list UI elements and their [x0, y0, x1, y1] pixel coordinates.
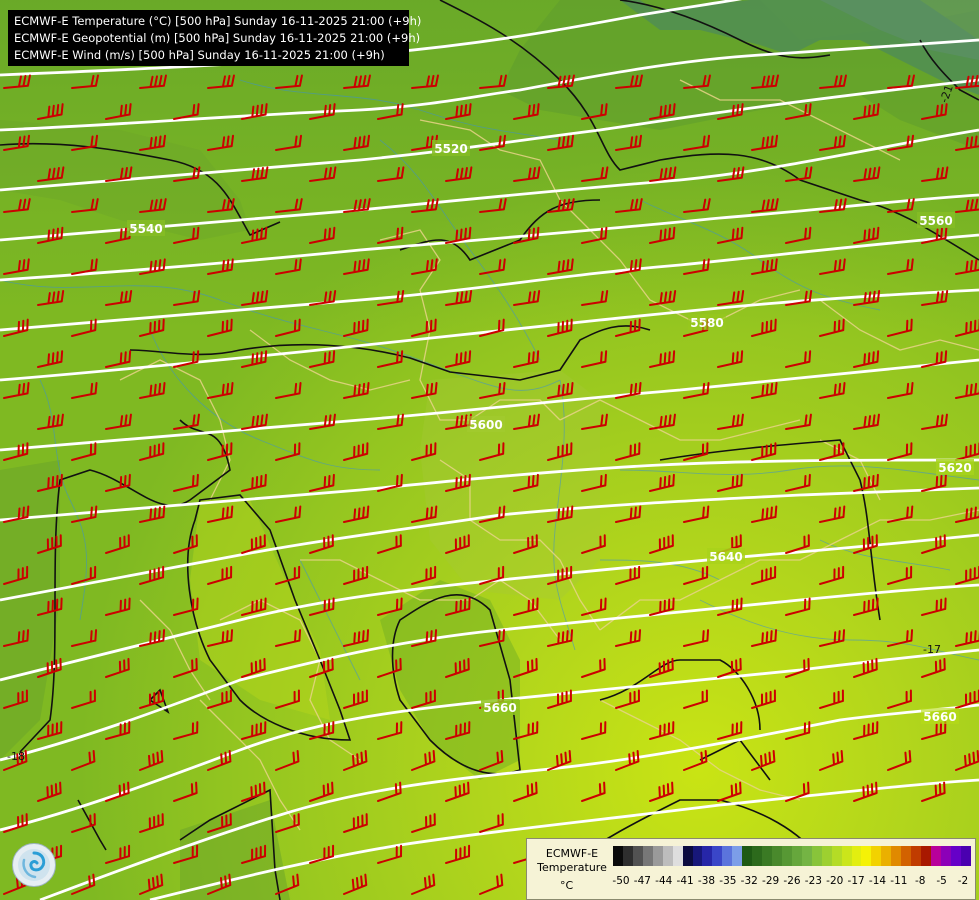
legend-color-swatch [652, 846, 663, 866]
legend-color-swatch [732, 846, 743, 866]
legend-color-swatch [722, 846, 733, 866]
legend-color-swatch [742, 846, 753, 866]
legend-variable: Temperature [537, 861, 607, 874]
isohypse-label: 5640 [709, 550, 742, 564]
legend-unit: °C [560, 879, 574, 892]
legend-color-swatch [940, 846, 951, 866]
legend-color-swatch [632, 846, 643, 866]
legend-tick-label: -2 [957, 875, 969, 887]
legend-tick-label: -14 [868, 875, 887, 887]
legend-tick-label: -41 [676, 875, 694, 887]
legend-tick-label: -29 [762, 875, 780, 887]
legend-color-swatch [841, 846, 852, 866]
isohypse-label: 5560 [919, 214, 952, 228]
weather-map: 5520 5540 5560 5580 5600 5620 5640 5660 … [0, 0, 979, 900]
label-5540: 5540 [127, 220, 165, 236]
legend-color-bar [613, 846, 971, 866]
ecmwf-swirl-logo-icon [12, 843, 56, 887]
legend-tick-label: -5 [936, 875, 947, 887]
isohypse-label: 5660 [483, 701, 516, 715]
title-line-temperature: ECMWF-E Temperature (°C) [500 hPa] Sunda… [14, 14, 422, 28]
legend-tick-label: -47 [633, 875, 651, 887]
legend-color-swatch [781, 846, 792, 866]
isohypse-label: 5660 [923, 710, 956, 724]
legend-color-swatch [702, 846, 713, 866]
legend-tick-label: -44 [655, 875, 673, 887]
legend-color-swatch [712, 846, 723, 866]
legend-color-swatch [851, 846, 862, 866]
legend-color-swatch [901, 846, 912, 866]
legend-tick-label: -32 [740, 875, 758, 887]
legend-tick-label: -8 [915, 875, 926, 887]
legend-color-swatch [692, 846, 703, 866]
legend-color-swatch [881, 846, 892, 866]
isotherm-label: -18 [7, 750, 25, 763]
legend-color-swatch [821, 846, 832, 866]
isotherm-label: -17 [923, 643, 941, 656]
label-5640: 5640 [707, 548, 745, 564]
legend-color-swatch [682, 846, 693, 866]
legend-tick-label: -17 [847, 875, 865, 887]
legend-title: ECMWF-E Temperature [535, 847, 609, 875]
legend-color-swatch [861, 846, 872, 866]
legend-color-swatch [831, 846, 842, 866]
legend-tick-label: -11 [890, 875, 908, 887]
legend-color-swatch [762, 846, 772, 866]
legend-color-swatch [672, 846, 683, 866]
isohypse-label: 5620 [938, 461, 971, 475]
isohypse-label: 5520 [434, 142, 467, 156]
legend-tick-labels: -50 -47 -44 -41 -38 -35 -32 -29 -26 -23 -20 -17 -14-… [612, 875, 971, 889]
legend-color-swatch [772, 846, 782, 866]
legend-color-swatch [622, 846, 633, 866]
legend-color-swatch [931, 846, 941, 866]
legend-tick-label: -38 [697, 875, 716, 887]
legend-tick-label: -50 [612, 875, 630, 887]
legend-tick-label: -20 [826, 875, 844, 887]
label-5600: 5600 [467, 416, 505, 432]
legend-color-swatch [871, 846, 882, 866]
legend-color-swatch [613, 846, 623, 866]
title-line-geopotential: ECMWF-E Geopotential (m) [500 hPa] Sunda… [14, 31, 421, 45]
legend-color-swatch [911, 846, 922, 866]
map-canvas: 5520 5540 5560 5580 5600 5620 5640 5660 … [0, 0, 979, 900]
temperature-legend: ECMWF-E Temperature °C -50 -47 -44 -41 -38 -3… [526, 838, 976, 900]
legend-tick-label: -23 [804, 875, 822, 887]
label-5520: 5520 [432, 140, 470, 156]
legend-color-swatch [950, 846, 961, 866]
isohypse-label: 5540 [129, 222, 162, 236]
legend-color-swatch [801, 846, 812, 866]
title-line-wind: ECMWF-E Wind (m/s) [500 hPa] Sunday 16-1… [14, 48, 385, 62]
isohypse-label: 5600 [469, 418, 502, 432]
label-5580: 5580 [688, 314, 726, 330]
map-title-box: ECMWF-E Temperature (°C) [500 hPa] Sunda… [8, 10, 422, 66]
legend-color-swatch [891, 846, 902, 866]
legend-color-swatch [752, 846, 763, 866]
legend-color-swatch [960, 846, 971, 866]
label-5660-a: 5660 [481, 699, 519, 715]
label-5620: 5620 [936, 459, 974, 475]
legend-color-swatch [642, 846, 653, 866]
legend-color-swatch [791, 846, 802, 866]
legend-color-swatch [811, 846, 822, 866]
isohypse-label: 5580 [690, 316, 723, 330]
legend-tick-label: -26 [783, 875, 801, 887]
legend-tick-label: -35 [719, 875, 737, 887]
label-5660-b: 5660 [921, 708, 959, 724]
label-5560: 5560 [917, 212, 955, 228]
legend-color-swatch [662, 846, 673, 866]
legend-model: ECMWF-E [545, 847, 599, 860]
legend-color-swatch [921, 846, 931, 866]
